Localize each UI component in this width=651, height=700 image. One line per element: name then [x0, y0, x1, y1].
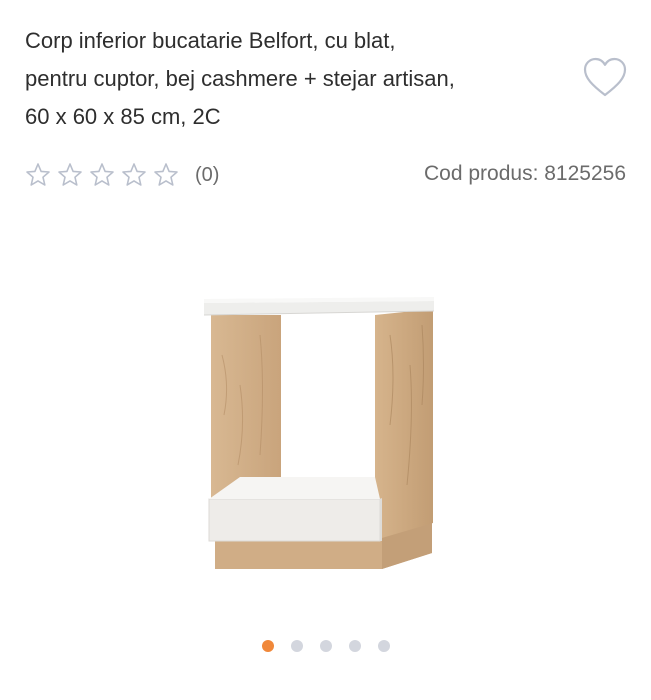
product-title-line-3: 60 x 60 x 85 cm, 2C: [25, 104, 221, 129]
product-rating[interactable]: (0): [25, 160, 219, 190]
gallery-dot-3[interactable]: [319, 640, 332, 652]
product-title-line-1: Corp inferior bucatarie Belfort, cu blat…: [25, 28, 396, 53]
product-image[interactable]: [200, 295, 440, 575]
product-title: Corp inferior bucatarie Belfort, cu blat…: [25, 22, 570, 136]
rating-count: (0): [195, 163, 220, 186]
gallery-pagination: [0, 640, 651, 652]
star-outline-icon: [26, 163, 50, 186]
gallery-dot-5[interactable]: [377, 640, 390, 652]
heart-outline-icon: [583, 57, 627, 97]
gallery-dot-1[interactable]: [261, 640, 274, 652]
cabinet-illustration: [203, 297, 435, 569]
star-outline-icon: [154, 163, 178, 186]
product-title-line-2: pentru cuptor, bej cashmere + stejar art…: [25, 66, 455, 91]
gallery-dot-2[interactable]: [290, 640, 303, 652]
star-outline-icon: [122, 163, 146, 186]
product-code: Cod produs: 8125256: [424, 162, 626, 185]
gallery-dot-4[interactable]: [348, 640, 361, 652]
star-outline-icon: [90, 163, 114, 186]
add-to-favorites-button[interactable]: [582, 56, 628, 100]
star-outline-icon: [58, 163, 82, 186]
